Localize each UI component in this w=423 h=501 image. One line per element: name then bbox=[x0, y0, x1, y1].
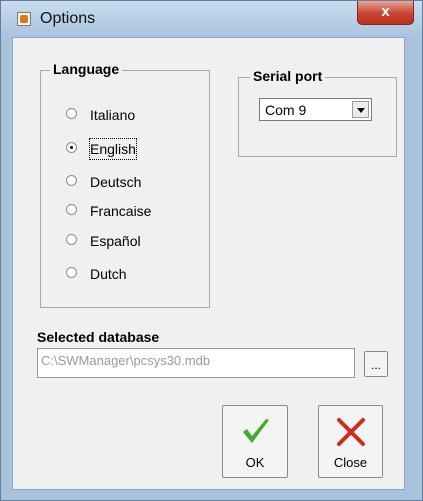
selected-database-label: Selected database bbox=[37, 329, 160, 345]
serial-port-group: Serial port Com 9 bbox=[238, 68, 397, 157]
serial-port-value: Com 9 bbox=[265, 102, 307, 118]
app-icon bbox=[17, 12, 31, 26]
serial-port-select[interactable]: Com 9 bbox=[259, 98, 372, 121]
radio-button-icon[interactable] bbox=[66, 234, 77, 245]
language-legend: Language bbox=[50, 61, 123, 77]
serial-port-legend: Serial port bbox=[250, 68, 326, 84]
checkmark-icon bbox=[243, 419, 269, 443]
title-bar[interactable]: Options x bbox=[1, 1, 422, 37]
radio-label: Italiano bbox=[90, 107, 136, 123]
chevron-down-icon[interactable] bbox=[352, 101, 369, 118]
radio-label: Deutsch bbox=[90, 174, 142, 190]
browse-button[interactable]: ... bbox=[364, 351, 388, 377]
radio-button-checked-icon[interactable] bbox=[66, 142, 77, 153]
radio-button-icon[interactable] bbox=[66, 175, 77, 186]
browse-button-label: ... bbox=[370, 358, 381, 372]
close-button-label: Close bbox=[333, 455, 368, 470]
window-title: Options bbox=[40, 10, 96, 27]
window-close-button[interactable]: x bbox=[357, 1, 414, 25]
radio-label: English bbox=[89, 138, 137, 160]
dialog-client: Language Italiano English Deutsch Franca… bbox=[12, 37, 405, 490]
radio-label: Francaise bbox=[90, 203, 152, 219]
radio-label: Dutch bbox=[90, 266, 127, 282]
options-window: Options x Language Italiano English Deut… bbox=[0, 0, 423, 501]
radio-label: Español bbox=[90, 233, 141, 249]
ok-button[interactable]: OK bbox=[222, 405, 288, 478]
radio-button-icon[interactable] bbox=[66, 204, 77, 215]
database-path-field[interactable]: C:\SWManager\pcsys30.mdb bbox=[37, 348, 355, 378]
database-path-value: C:\SWManager\pcsys30.mdb bbox=[41, 353, 211, 368]
radio-button-icon[interactable] bbox=[66, 108, 77, 119]
x-icon bbox=[337, 418, 365, 446]
ok-button-label: OK bbox=[245, 455, 265, 470]
close-button[interactable]: Close bbox=[318, 405, 383, 478]
language-group: Language Italiano English Deutsch Franca… bbox=[40, 61, 210, 308]
radio-button-icon[interactable] bbox=[66, 267, 77, 278]
